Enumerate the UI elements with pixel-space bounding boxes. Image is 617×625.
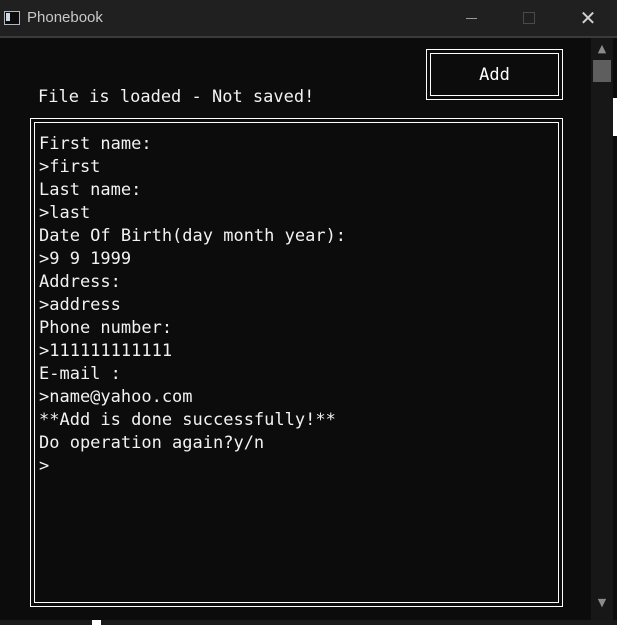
maximize-button[interactable]	[506, 0, 552, 36]
close-icon: ✕	[579, 7, 597, 30]
console-line: >	[39, 456, 50, 476]
console-line: **Add is done successfully!**	[39, 410, 336, 430]
console-line: >address	[39, 295, 121, 315]
console-line: Last name:	[39, 180, 142, 200]
add-button-label: Add	[479, 65, 510, 85]
minimize-icon	[465, 17, 477, 19]
console-line: >first	[39, 157, 101, 177]
minimize-button[interactable]	[448, 0, 494, 36]
window-edge-highlight	[613, 98, 617, 136]
console-line: >111111111111	[39, 341, 173, 361]
vertical-scrollbar[interactable]: ▲ ▼	[591, 38, 613, 620]
console-line: >name@yahoo.com	[39, 387, 193, 407]
add-button[interactable]: Add	[426, 49, 563, 100]
console-line: >last	[39, 203, 91, 223]
console-output-lines: First name: >first Last name: >last Date Of …	[39, 133, 346, 478]
bottom-edge	[0, 620, 617, 625]
scroll-thumb[interactable]	[593, 60, 611, 82]
console-app-icon	[4, 11, 20, 25]
console-line: E-mail :	[39, 364, 121, 384]
text-cursor	[92, 620, 101, 625]
scroll-down-icon[interactable]: ▼	[591, 596, 613, 612]
console-line: Address:	[39, 272, 121, 292]
console-line: Do operation again?y/n	[39, 433, 265, 453]
close-button[interactable]: ✕	[565, 0, 611, 36]
title-bar: Phonebook ✕	[0, 0, 617, 36]
console-line: Phone number:	[39, 318, 173, 338]
file-status-text: File is loaded - Not saved!	[38, 87, 315, 107]
window-title: Phonebook	[27, 9, 103, 26]
scroll-up-icon[interactable]: ▲	[591, 42, 613, 58]
console-line: First name:	[39, 134, 152, 154]
console-line: Date Of Birth(day month year):	[39, 226, 347, 246]
maximize-icon	[523, 12, 535, 24]
console-line: >9 9 1999	[39, 249, 132, 269]
console-output-panel: First name: >first Last name: >last Date Of …	[30, 118, 563, 607]
